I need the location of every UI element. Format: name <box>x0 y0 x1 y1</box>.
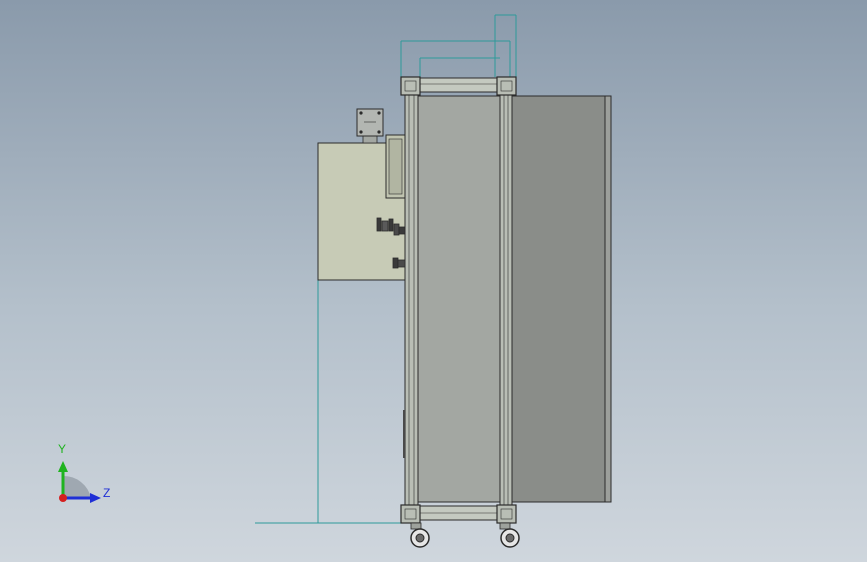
door-hinge <box>403 410 405 458</box>
x-axis-origin <box>59 494 67 502</box>
caster-wheel-front[interactable] <box>410 522 430 548</box>
triad-y-label: Y <box>58 442 67 456</box>
caster-wheel-rear[interactable] <box>499 522 520 548</box>
junction-box[interactable] <box>356 108 384 144</box>
side-panel[interactable] <box>417 95 501 503</box>
control-box[interactable] <box>317 134 406 281</box>
coordinate-triad <box>58 461 101 503</box>
bottom-frame-rail[interactable] <box>400 504 517 524</box>
rear-panel[interactable] <box>511 95 612 503</box>
triad-z-label: Z <box>103 486 111 500</box>
top-frame-rail[interactable] <box>400 76 517 96</box>
graphics-viewport[interactable]: Y Z <box>0 0 867 562</box>
cad-model-scene[interactable] <box>0 0 867 562</box>
